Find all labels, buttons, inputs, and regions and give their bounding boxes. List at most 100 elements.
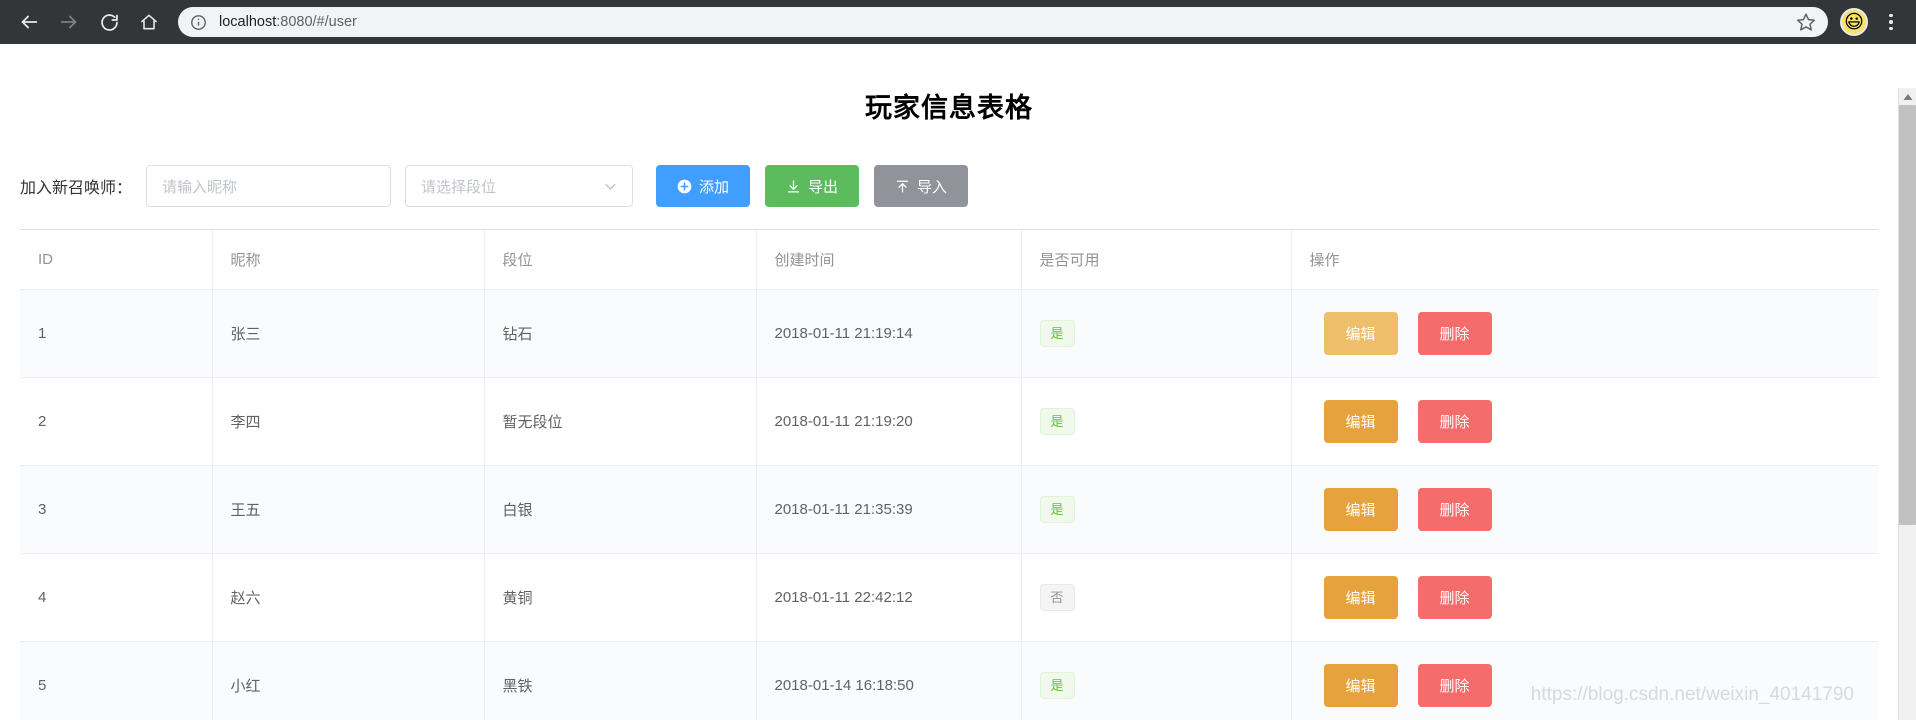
status-badge: 是 — [1039, 671, 1075, 700]
cell-created: 2018-01-11 22:42:12 — [756, 553, 1022, 642]
column-header-available[interactable]: 是否可用 — [1021, 230, 1292, 290]
page-viewport: 玩家信息表格 加入新召唤师： 请输入昵称 请选择段位 添加 导出 导入 ID 昵… — [0, 44, 1916, 720]
info-circle-icon[interactable] — [190, 14, 207, 31]
action-button-group: 编辑 删除 — [1310, 576, 1879, 619]
export-button-label: 导出 — [808, 178, 839, 196]
page-content: 玩家信息表格 加入新召唤师： 请输入昵称 请选择段位 添加 导出 导入 ID 昵… — [0, 44, 1898, 720]
cell-nickname: 李四 — [212, 377, 485, 466]
cell-rank: 暂无段位 — [484, 377, 757, 466]
delete-button[interactable]: 删除 — [1417, 664, 1492, 707]
cell-rank: 白银 — [484, 465, 757, 554]
home-icon — [141, 14, 157, 30]
arrow-right-icon — [60, 15, 77, 29]
back-button[interactable] — [10, 3, 48, 41]
cell-id: 4 — [20, 553, 213, 642]
table-row[interactable]: 4 赵六 黄铜 2018-01-11 22:42:12 否 编辑 删除 — [20, 553, 1879, 642]
cell-rank: 钻石 — [484, 289, 757, 378]
table-header-row: ID 昵称 段位 创建时间 是否可用 操作 — [20, 230, 1878, 290]
browser-menu-button[interactable] — [1876, 3, 1906, 41]
avatar[interactable]: 😃 — [1840, 8, 1868, 36]
edit-button[interactable]: 编辑 — [1323, 488, 1398, 531]
cell-rank: 黄铜 — [484, 553, 757, 642]
toolbar-label: 加入新召唤师： — [20, 180, 133, 197]
delete-button[interactable]: 删除 — [1417, 312, 1492, 355]
status-badge: 否 — [1039, 583, 1075, 612]
chevron-up-icon — [1903, 93, 1912, 100]
column-header-rank[interactable]: 段位 — [484, 230, 757, 290]
cell-created: 2018-01-11 21:19:20 — [756, 377, 1022, 466]
scrollbar-thumb[interactable] — [1899, 105, 1916, 525]
import-button-label: 导入 — [917, 178, 948, 196]
reload-button[interactable] — [90, 3, 128, 41]
delete-button[interactable]: 删除 — [1417, 400, 1492, 443]
action-button-group: 编辑 删除 — [1310, 664, 1879, 707]
cell-nickname: 王五 — [212, 465, 485, 554]
url-host: localhost — [219, 14, 277, 30]
cell-nickname: 小红 — [212, 641, 485, 720]
cell-actions: 编辑 删除 — [1291, 289, 1879, 378]
table-row[interactable]: 2 李四 暂无段位 2018-01-11 21:19:20 是 编辑 删除 — [20, 377, 1879, 466]
delete-button[interactable]: 删除 — [1417, 488, 1492, 531]
cell-actions: 编辑 删除 — [1291, 465, 1878, 554]
cell-rank: 黑铁 — [484, 641, 757, 720]
table-row[interactable]: 5 小红 黑铁 2018-01-14 16:18:50 是 编辑 删除 — [20, 641, 1879, 720]
status-badge: 是 — [1039, 319, 1075, 348]
column-header-id[interactable]: ID — [20, 230, 213, 290]
toolbar: 加入新召唤师： 请输入昵称 请选择段位 添加 导出 导入 — [20, 165, 1878, 230]
cell-id: 5 — [20, 641, 213, 720]
add-button-label: 添加 — [699, 178, 730, 196]
cell-created: 2018-01-11 21:35:39 — [756, 465, 1022, 554]
column-header-created[interactable]: 创建时间 — [756, 230, 1022, 290]
cell-id: 3 — [20, 465, 213, 554]
reload-icon — [100, 13, 118, 31]
column-header-actions[interactable]: 操作 — [1291, 230, 1878, 290]
rank-select[interactable]: 请选择段位 — [405, 165, 634, 207]
star-icon[interactable] — [1796, 12, 1816, 32]
cell-id: 1 — [20, 289, 213, 378]
column-header-nickname[interactable]: 昵称 — [212, 230, 485, 290]
status-badge: 是 — [1039, 407, 1075, 436]
page-scrollbar[interactable] — [1898, 88, 1916, 720]
profile-emoji: 😃 — [1844, 11, 1864, 33]
cell-nickname: 张三 — [212, 289, 485, 378]
url-text: localhost:8080/#/user — [219, 14, 1796, 30]
table-body: 1 张三 钻石 2018-01-11 21:19:14 是编辑 删除 2 李四 暂无段位 2018… — [20, 289, 1879, 720]
edit-button[interactable]: 编辑 — [1323, 664, 1398, 707]
edit-button[interactable]: 编辑 — [1323, 576, 1398, 619]
table-row[interactable]: 3 王五 白银 2018-01-11 21:35:39 是 编辑 删除 — [20, 465, 1878, 554]
address-bar[interactable]: localhost:8080/#/user — [178, 7, 1828, 37]
cell-available: 是 — [1021, 465, 1292, 554]
home-button[interactable] — [130, 3, 168, 41]
table-header: ID 昵称 段位 创建时间 是否可用 操作 — [20, 230, 1878, 290]
edit-button[interactable]: 编辑 — [1323, 400, 1398, 443]
export-button[interactable]: 导出 — [765, 165, 860, 207]
action-button-group: 编辑 删除 — [1310, 400, 1879, 443]
edit-button[interactable]: 编辑 — [1323, 312, 1398, 355]
cell-actions: 编辑 删除 — [1291, 377, 1879, 466]
cell-created: 2018-01-11 21:19:14 — [756, 289, 1022, 378]
action-button-group: 编辑 删除 — [1310, 312, 1879, 355]
arrow-left-icon — [21, 15, 38, 29]
cell-available: 否 — [1021, 553, 1292, 642]
cell-actions: 编辑 删除 — [1291, 553, 1879, 642]
page-title: 玩家信息表格 — [865, 93, 1033, 123]
rank-select-placeholder: 请选择段位 — [421, 178, 497, 196]
chevron-down-icon — [605, 183, 616, 190]
import-button[interactable]: 导入 — [874, 165, 969, 207]
add-button[interactable]: 添加 — [656, 165, 751, 207]
url-path: :8080/#/user — [276, 14, 357, 30]
table-row[interactable]: 1 张三 钻石 2018-01-11 21:19:14 是 编辑 删除 — [20, 289, 1879, 378]
upload-icon — [896, 180, 909, 192]
plus-circle-icon — [677, 179, 692, 193]
cell-id: 2 — [20, 377, 213, 466]
forward-button[interactable] — [50, 3, 88, 41]
cell-nickname: 赵六 — [212, 553, 485, 642]
nickname-input-placeholder: 请输入昵称 — [162, 178, 238, 196]
cell-created: 2018-01-14 16:18:50 — [756, 641, 1022, 720]
delete-button[interactable]: 删除 — [1417, 576, 1492, 619]
nickname-input[interactable]: 请输入昵称 — [146, 165, 392, 207]
scroll-up-button[interactable] — [1899, 88, 1916, 105]
cell-available: 是 — [1021, 641, 1292, 720]
three-dots-icon — [1889, 13, 1893, 18]
cell-actions: 编辑 删除 — [1291, 641, 1879, 720]
